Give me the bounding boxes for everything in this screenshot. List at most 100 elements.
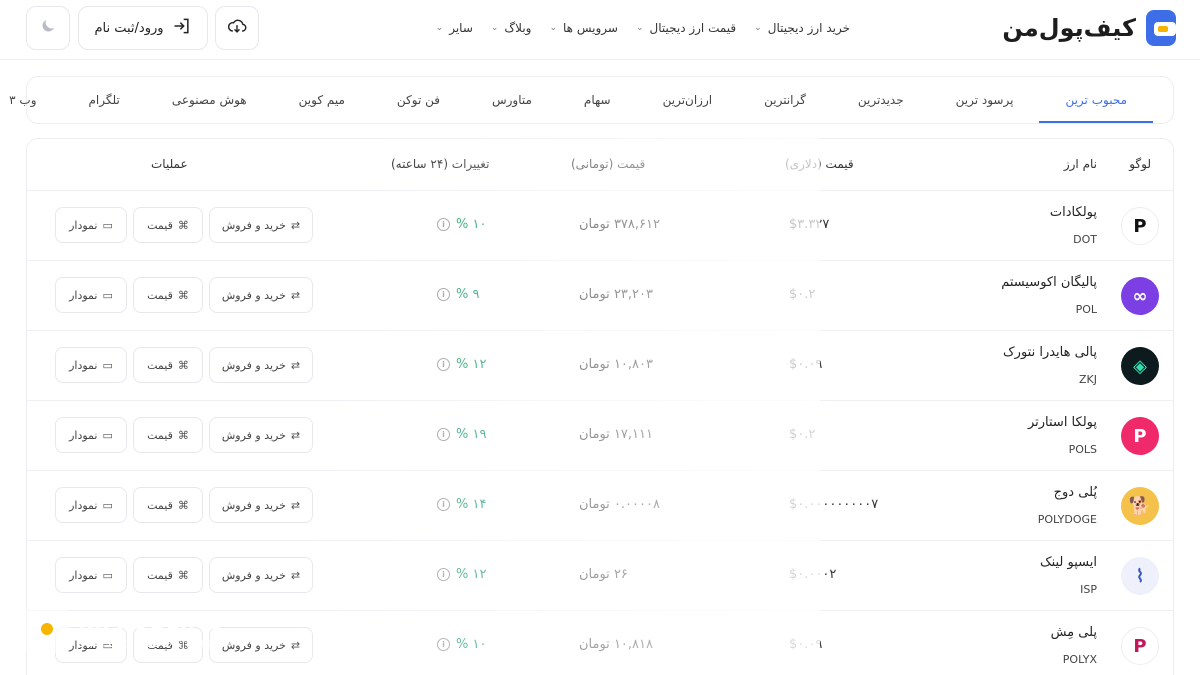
chart-label: نمودار xyxy=(69,428,98,442)
coin-symbol: ISP xyxy=(1080,583,1097,596)
coin-name[interactable]: پالیگان اکوسیستم xyxy=(1001,275,1097,290)
change-24h: i % ۱۰ xyxy=(437,217,486,232)
trade-label: خرید و فروش xyxy=(221,428,286,442)
price-button[interactable]: قیمت ⌘ xyxy=(133,277,203,313)
price-usd: $۰.۰۹ xyxy=(789,357,823,372)
header-operations: عملیات xyxy=(151,157,188,171)
coin-name[interactable]: پُلی دوج xyxy=(1054,485,1097,500)
moon-icon xyxy=(39,17,57,39)
nav-services[interactable]: سرویس ها ⌄ xyxy=(549,21,617,35)
price-label: قیمت xyxy=(147,498,173,512)
change-value: % ۱۹ xyxy=(456,427,487,442)
change-value: % ۱۰ xyxy=(456,637,487,652)
price-label: قیمت xyxy=(147,358,173,372)
info-icon: i xyxy=(437,358,450,371)
site-logo[interactable]: کیف‌پول‌من xyxy=(1002,8,1176,48)
chart-button[interactable]: نمودار ▭ xyxy=(55,207,127,243)
login-button[interactable]: ورود/ثبت نام xyxy=(78,6,208,50)
nav-blog[interactable]: وبلاگ ⌄ xyxy=(491,21,532,35)
tab-newest[interactable]: جدیدترین xyxy=(832,77,930,123)
coin-name[interactable]: پالی هایدرا نتورک xyxy=(1003,345,1097,360)
table-row[interactable]: P پولکا استارتر POLS $۰.۲ ۱۷,۱۱۱ تومان i % ۱۹ خ… xyxy=(27,401,1173,471)
price-label: قیمت xyxy=(147,428,173,442)
tab-most-profitable[interactable]: پرسود ترین xyxy=(930,77,1040,123)
tab-meme-coin[interactable]: میم کوین xyxy=(273,77,371,123)
price-button[interactable]: قیمت ⌘ xyxy=(133,487,203,523)
chart-button[interactable]: نمودار ▭ xyxy=(55,277,127,313)
table-row[interactable]: P پولکادات DOT $۳.۳۲۷ ۳۷۸,۶۱۲ تومان i % ۱۰ خرید… xyxy=(27,191,1173,261)
header-price-usd: قیمت (دلاری) xyxy=(785,157,854,171)
trade-button[interactable]: خرید و فروش ⇄ xyxy=(209,277,313,313)
tab-fan-token[interactable]: فن توکن xyxy=(371,77,466,123)
trade-button[interactable]: خرید و فروش ⇄ xyxy=(209,347,313,383)
price-button[interactable]: قیمت ⌘ xyxy=(133,347,203,383)
chart-button[interactable]: نمودار ▭ xyxy=(55,347,127,383)
price-icon: ⌘ xyxy=(177,498,189,512)
tab-list: محبوب ترین پرسود ترین جدیدترین گرانترین … xyxy=(0,77,1153,123)
tab-most-expensive[interactable]: گرانترین xyxy=(738,77,832,123)
price-irt: ۲۶ تومان xyxy=(579,567,628,582)
price-usd: $۰.۰۹ xyxy=(789,637,823,652)
price-button[interactable]: قیمت ⌘ xyxy=(133,557,203,593)
change-24h: i % ۱۴ xyxy=(437,497,486,512)
tab-metaverse[interactable]: متاورس xyxy=(466,77,558,123)
tab-stocks[interactable]: سهام xyxy=(558,77,637,123)
nav-label: سایر xyxy=(449,21,473,35)
trade-button[interactable]: خرید و فروش ⇄ xyxy=(209,417,313,453)
chart-icon: ▭ xyxy=(102,428,113,442)
change-value: % ۱۲ xyxy=(456,357,487,372)
price-icon: ⌘ xyxy=(177,568,189,582)
trade-button[interactable]: خرید و فروش ⇄ xyxy=(209,207,313,243)
info-icon: i xyxy=(437,218,450,231)
price-button[interactable]: قیمت ⌘ xyxy=(133,417,203,453)
exchange-icon: ⇄ xyxy=(290,568,301,582)
exchange-icon: ⇄ xyxy=(290,638,301,652)
coin-name[interactable]: پولکادات xyxy=(1050,205,1097,220)
table-row[interactable]: ◈ پالی هایدرا نتورک ZKJ $۰.۰۹ ۱۰,۸۰۳ تومان i%… xyxy=(27,331,1173,401)
coin-glyph: ⌇ xyxy=(1135,565,1145,587)
coin-symbol: POLYX xyxy=(1062,653,1097,666)
chevron-down-icon: ⌄ xyxy=(635,23,644,33)
chart-button[interactable]: نمودار ▭ xyxy=(55,417,127,453)
price-irt: ۰.۰۰۰۰۸ تومان xyxy=(579,497,660,512)
trade-label: خرید و فروش xyxy=(221,498,286,512)
coin-glyph: P xyxy=(1133,425,1147,447)
price-usd: $۰.۰۰۰۰۰۰۰۰۰۷ xyxy=(789,497,879,512)
chart-label: نمودار xyxy=(69,218,98,232)
tab-ai[interactable]: هوش مصنوعی xyxy=(146,77,273,123)
coin-name[interactable]: پولکا استارتر xyxy=(1028,415,1097,430)
trade-button[interactable]: خرید و فروش ⇄ xyxy=(209,487,313,523)
tab-telegram[interactable]: تلگرام xyxy=(63,77,146,123)
tab-web3[interactable]: وب ۳ xyxy=(0,77,63,123)
tab-cheapest[interactable]: ارزان‌ترین xyxy=(637,77,739,123)
change-24h: i % ۱۰ xyxy=(437,637,486,652)
login-icon xyxy=(172,16,192,40)
table-row[interactable]: ∞ پالیگان اکوسیستم POL $۰.۲ ۲۳,۲۰۳ تومان i % ۹… xyxy=(27,261,1173,331)
chart-label: نمودار xyxy=(69,288,98,302)
nav-buy-crypto[interactable]: خرید ارز دیجیتال ⌄ xyxy=(754,21,850,35)
trade-button[interactable]: خرید و فروش ⇄ xyxy=(209,557,313,593)
chart-button[interactable]: نمودار ▭ xyxy=(55,487,127,523)
table-row[interactable]: 🐕 پُلی دوج POLYDOGE $۰.۰۰۰۰۰۰۰۰۰۷ ۰.۰۰۰۰۸ تو… xyxy=(27,471,1173,541)
chart-button[interactable]: نمودار ▭ xyxy=(55,557,127,593)
price-label: قیمت xyxy=(147,288,173,302)
wallet-logo-icon xyxy=(1146,10,1176,46)
coin-glyph: 🐕 xyxy=(1128,495,1152,517)
coin-logo-icon: P xyxy=(1121,627,1159,665)
coin-name[interactable]: پلی مِش xyxy=(1051,625,1097,640)
theme-toggle-button[interactable] xyxy=(26,6,70,50)
app-download-button[interactable] xyxy=(215,6,259,50)
info-icon: i xyxy=(437,288,450,301)
coin-name[interactable]: ایسپو لینک xyxy=(1040,555,1097,570)
price-icon: ⌘ xyxy=(177,358,189,372)
price-button[interactable]: قیمت ⌘ xyxy=(133,207,203,243)
nav-other[interactable]: سایر ⌄ xyxy=(436,21,473,35)
chart-icon: ▭ xyxy=(102,358,113,372)
price-irt: ۳۷۸,۶۱۲ تومان xyxy=(579,217,660,232)
change-24h: i % ۱۲ xyxy=(437,567,486,582)
nav-crypto-price[interactable]: قیمت ارز دیجیتال ⌄ xyxy=(636,21,736,35)
chart-label: نمودار xyxy=(69,358,98,372)
tab-most-popular[interactable]: محبوب ترین xyxy=(1039,77,1153,123)
price-icon: ⌘ xyxy=(177,218,189,232)
change-value: % ۱۲ xyxy=(456,567,487,582)
